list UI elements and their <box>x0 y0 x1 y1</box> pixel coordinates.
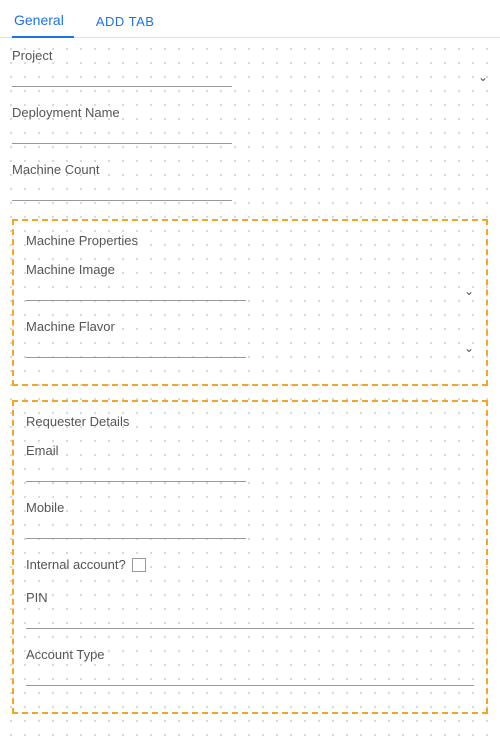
account-type-field: Account Type <box>26 647 474 686</box>
machine-count-input[interactable] <box>12 181 232 201</box>
internal-account-wrapper: Internal account? <box>26 557 474 572</box>
machine-count-label: Machine Count <box>12 162 488 177</box>
project-input-row: ⌄ <box>12 67 488 87</box>
email-label: Email <box>26 443 474 458</box>
account-type-input-row <box>26 666 474 686</box>
internal-account-field: Internal account? <box>26 557 474 572</box>
deployment-name-input-row <box>12 124 488 144</box>
mobile-input-row <box>26 519 474 539</box>
mobile-label: Mobile <box>26 500 474 515</box>
machine-image-chevron-icon[interactable]: ⌄ <box>464 284 474 298</box>
account-type-input[interactable] <box>26 666 474 686</box>
tab-add[interactable]: ADD TAB <box>94 2 165 37</box>
project-field: Project ⌄ <box>12 48 488 87</box>
machine-properties-group: Machine Properties Machine Image ⌄ Machi… <box>12 219 488 386</box>
project-label: Project <box>12 48 488 63</box>
machine-image-input[interactable] <box>26 281 246 301</box>
tab-general[interactable]: General <box>12 0 74 38</box>
machine-count-field: Machine Count <box>12 162 488 201</box>
internal-account-checkbox[interactable] <box>132 558 146 572</box>
tab-bar: General ADD TAB <box>0 0 500 38</box>
email-field: Email <box>26 443 474 482</box>
machine-flavor-label: Machine Flavor <box>26 319 474 334</box>
machine-flavor-input[interactable] <box>26 338 246 358</box>
requester-details-group: Requester Details Email Mobile Internal … <box>12 400 488 714</box>
account-type-label: Account Type <box>26 647 474 662</box>
machine-flavor-input-row: ⌄ <box>26 338 474 358</box>
machine-flavor-field: Machine Flavor ⌄ <box>26 319 474 358</box>
machine-image-label: Machine Image <box>26 262 474 277</box>
mobile-input[interactable] <box>26 519 246 539</box>
pin-input[interactable] <box>26 609 474 629</box>
deployment-name-field: Deployment Name <box>12 105 488 144</box>
mobile-field: Mobile <box>26 500 474 539</box>
pin-label: PIN <box>26 590 474 605</box>
deployment-name-input[interactable] <box>12 124 232 144</box>
deployment-name-label: Deployment Name <box>12 105 488 120</box>
machine-properties-title: Machine Properties <box>26 233 474 248</box>
internal-account-label: Internal account? <box>26 557 126 572</box>
email-input[interactable] <box>26 462 246 482</box>
machine-image-field: Machine Image ⌄ <box>26 262 474 301</box>
form-content: Project ⌄ Deployment Name Machine Count … <box>0 38 500 748</box>
project-chevron-icon[interactable]: ⌄ <box>478 70 488 84</box>
machine-count-input-row <box>12 181 488 201</box>
machine-image-input-row: ⌄ <box>26 281 474 301</box>
requester-details-title: Requester Details <box>26 414 474 429</box>
machine-flavor-chevron-icon[interactable]: ⌄ <box>464 341 474 355</box>
project-input[interactable] <box>12 67 232 87</box>
pin-input-row <box>26 609 474 629</box>
pin-field: PIN <box>26 590 474 629</box>
email-input-row <box>26 462 474 482</box>
